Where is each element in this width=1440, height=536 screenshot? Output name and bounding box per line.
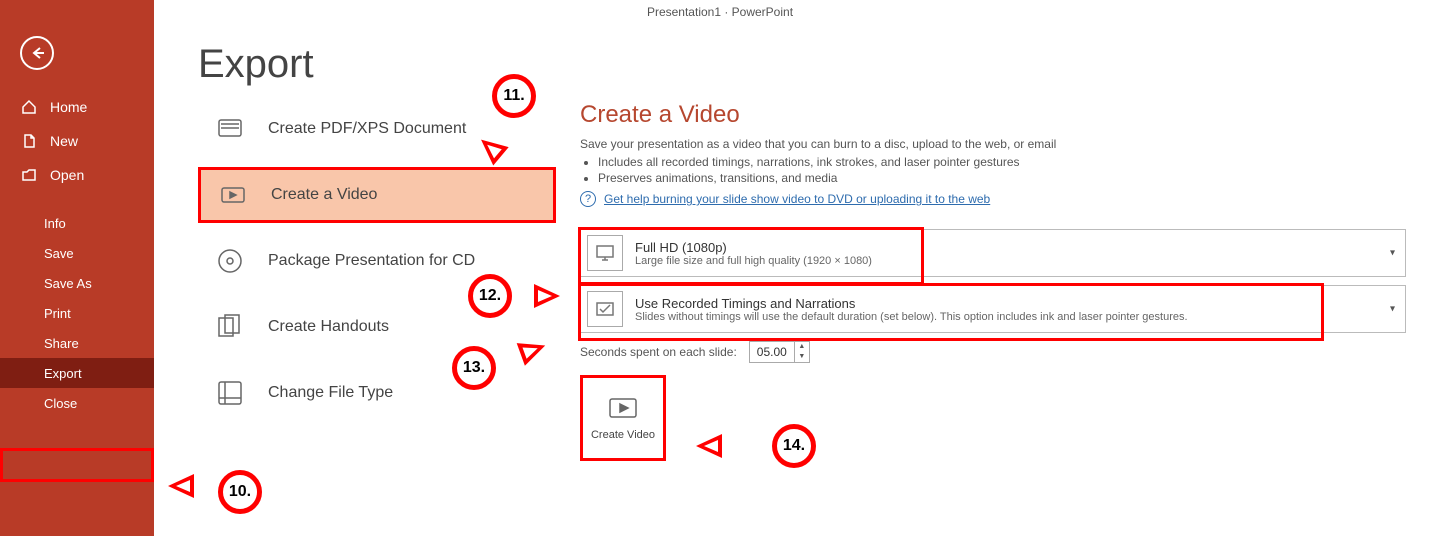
seconds-spinner[interactable]: 05.00 ▲ ▼ xyxy=(749,341,810,363)
callout-arrow-10 xyxy=(168,474,194,498)
video-quality-dropdown[interactable]: Full HD (1080p) Large file size and full… xyxy=(580,229,1406,277)
timings-icon xyxy=(587,291,623,327)
callout-10: 10. xyxy=(218,470,262,514)
panel-description: Save your presentation as a video that y… xyxy=(580,137,1406,151)
sidebar-item-close[interactable]: Close xyxy=(0,388,154,418)
sidebar-item-save[interactable]: Save xyxy=(0,238,154,268)
chevron-down-icon: ▾ xyxy=(1390,304,1395,315)
option-change-filetype[interactable]: Change File Type xyxy=(198,365,556,421)
callout-14: 14. xyxy=(772,424,816,468)
sidebar-item-print[interactable]: Print xyxy=(0,298,154,328)
quality-title: Full HD (1080p) xyxy=(635,240,872,255)
help-link-row: ? Get help burning your slide show video… xyxy=(580,191,1406,207)
sidebar-item-home[interactable]: Home xyxy=(0,90,154,124)
seconds-row: Seconds spent on each slide: 05.00 ▲ ▼ xyxy=(580,341,1406,363)
create-video-icon xyxy=(605,395,641,425)
sidebar-item-label: Open xyxy=(50,167,84,183)
spinner-up[interactable]: ▲ xyxy=(795,342,809,352)
sidebar-item-saveas[interactable]: Save As xyxy=(0,268,154,298)
panel-title: Create a Video xyxy=(580,101,1406,129)
feature-bullets: Includes all recorded timings, narration… xyxy=(598,155,1406,185)
sidebar-item-export[interactable]: Export xyxy=(0,358,154,388)
back-button[interactable] xyxy=(20,36,54,70)
callout-highlight-export xyxy=(0,448,154,482)
seconds-value: 05.00 xyxy=(750,345,794,359)
sidebar-item-label: New xyxy=(50,133,78,149)
pdf-icon xyxy=(212,111,248,147)
option-label: Create Handouts xyxy=(268,318,389,336)
monitor-icon xyxy=(587,235,623,271)
open-icon xyxy=(20,166,38,184)
quality-sub: Large file size and full high quality (1… xyxy=(635,255,872,267)
option-label: Change File Type xyxy=(268,384,393,402)
callout-arrow-14 xyxy=(696,434,722,458)
callout-12: 12. xyxy=(468,274,512,318)
seconds-label: Seconds spent on each slide: xyxy=(580,345,737,359)
callout-arrow-12 xyxy=(534,284,560,308)
page-title: Export xyxy=(198,42,1406,87)
callout-11: 11. xyxy=(492,74,536,118)
handouts-icon xyxy=(212,309,248,345)
sidebar-item-label: Home xyxy=(50,99,87,115)
spinner-down[interactable]: ▼ xyxy=(795,352,809,362)
sidebar-item-open[interactable]: Open xyxy=(0,158,154,192)
back-arrow-icon xyxy=(29,45,45,61)
option-label: Package Presentation for CD xyxy=(268,252,475,270)
backstage-sidebar: Home New Open Info Save Save As Print Sh… xyxy=(0,0,154,536)
timings-title: Use Recorded Timings and Narrations xyxy=(635,296,1188,311)
filetype-icon xyxy=(212,375,248,411)
bullet-item: Includes all recorded timings, narration… xyxy=(598,155,1406,169)
help-link[interactable]: Get help burning your slide show video t… xyxy=(604,192,990,206)
option-label: Create a Video xyxy=(271,186,377,204)
bullet-item: Preserves animations, transitions, and m… xyxy=(598,171,1406,185)
chevron-down-icon: ▾ xyxy=(1390,248,1395,259)
sidebar-item-share[interactable]: Share xyxy=(0,328,154,358)
create-video-button[interactable]: Create Video xyxy=(580,375,666,461)
home-icon xyxy=(20,98,38,116)
option-label: Create PDF/XPS Document xyxy=(268,120,466,138)
timings-dropdown[interactable]: Use Recorded Timings and Narrations Slid… xyxy=(580,285,1406,333)
sidebar-item-new[interactable]: New xyxy=(0,124,154,158)
cd-icon xyxy=(212,243,248,279)
create-video-panel: Create a Video Save your presentation as… xyxy=(556,101,1406,461)
option-create-video[interactable]: Create a Video xyxy=(198,167,556,223)
sidebar-item-info[interactable]: Info xyxy=(0,208,154,238)
help-icon: ? xyxy=(580,191,596,207)
video-icon xyxy=(215,177,251,213)
timings-sub: Slides without timings will use the defa… xyxy=(635,311,1188,323)
new-icon xyxy=(20,132,38,150)
callout-13: 13. xyxy=(452,346,496,390)
create-video-label: Create Video xyxy=(591,429,655,441)
